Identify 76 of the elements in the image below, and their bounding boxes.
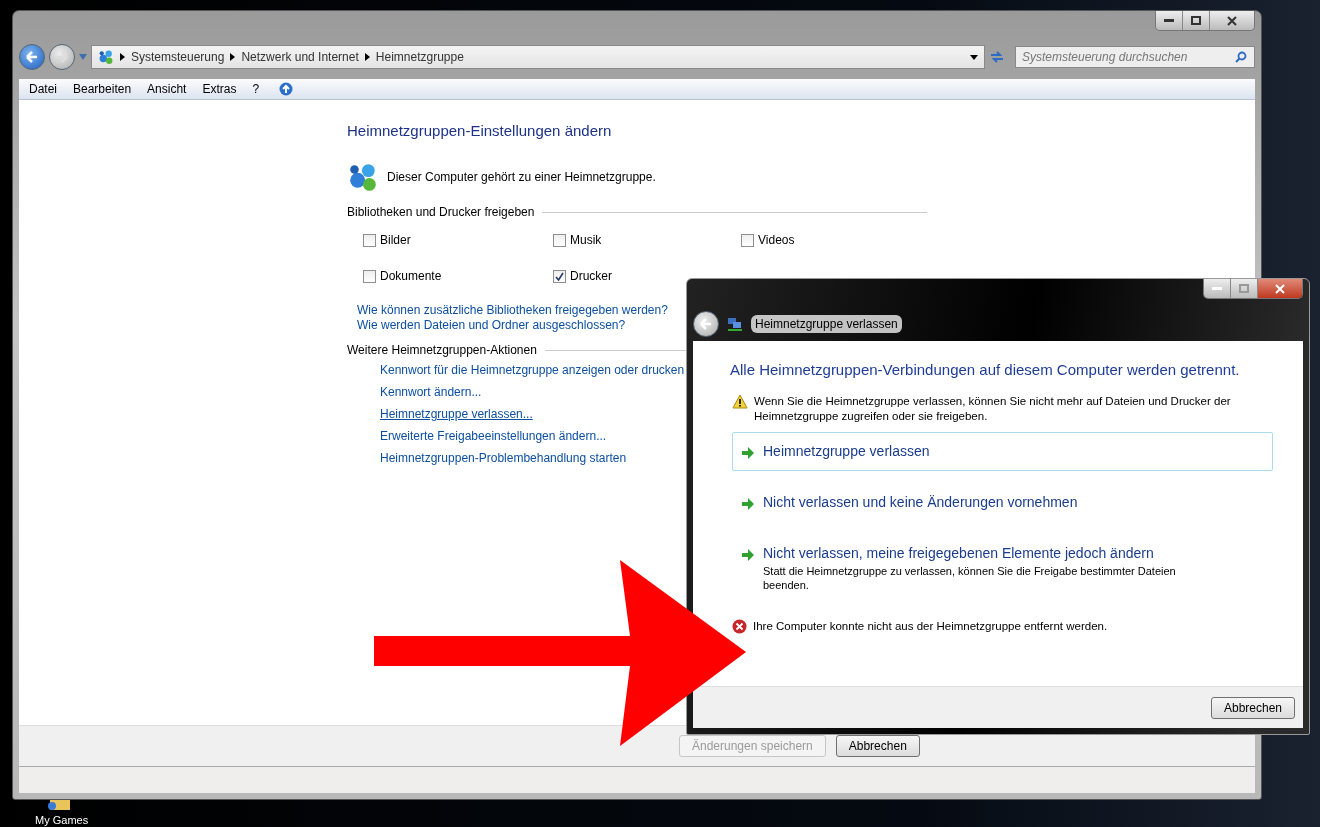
check-icon bbox=[555, 271, 564, 281]
arrow-icon bbox=[741, 548, 755, 562]
chevron-icon bbox=[230, 53, 236, 61]
address-bar[interactable]: Systemsteuerung Netzwerk und Internet Heimnetzgruppe bbox=[91, 45, 985, 69]
checkbox-label: Dokumente bbox=[380, 269, 442, 283]
checkbox[interactable] bbox=[363, 233, 376, 247]
section-heading: Bibliotheken und Drucker freigeben bbox=[347, 205, 535, 219]
arrow-icon bbox=[741, 446, 755, 460]
checkbox-label: Videos bbox=[758, 233, 795, 247]
close-button[interactable] bbox=[1209, 11, 1254, 30]
desktop-icon-label[interactable]: My Games bbox=[35, 814, 89, 826]
command-description: Statt die Heimnetzgruppe zu verlassen, können Sie die Freigabe bestimmter Dateien beenden. bbox=[763, 564, 1177, 592]
action-link[interactable]: Heimnetzgruppe verlassen... bbox=[380, 407, 533, 422]
error-icon bbox=[732, 619, 747, 634]
checkbox[interactable] bbox=[553, 269, 566, 283]
menu-item[interactable]: Ansicht bbox=[141, 82, 193, 96]
back-arrow-icon bbox=[26, 51, 38, 63]
warning-text: Wenn Sie die Heimnetzgruppe verlassen, können Sie nicht mehr auf Dateien und Drucker der Heimnetzgruppe zugreifen oder sie freigeben. bbox=[754, 394, 1232, 424]
cancel-button[interactable]: Abbrechen bbox=[1210, 696, 1295, 719]
network-computers-icon bbox=[727, 316, 743, 332]
breadcrumb-item[interactable]: Heimnetzgruppe bbox=[375, 50, 464, 64]
command-link[interactable]: Nicht verlassen, meine freigegebenen Elemente jedoch ändern Statt die Heimnetzgruppe zu verlassen, können Sie die Freigabe bestimmter Dateien beenden. bbox=[732, 534, 1273, 603]
section-heading: Weitere Heimnetzgruppen-Aktionen bbox=[347, 343, 537, 357]
action-link[interactable]: Kennwort für die Heimnetzgruppe anzeigen oder drucken bbox=[380, 363, 685, 378]
menu-item[interactable]: Datei bbox=[23, 82, 63, 96]
menu-item[interactable]: ? bbox=[246, 82, 266, 96]
search-icon[interactable] bbox=[1235, 51, 1247, 63]
close-button[interactable] bbox=[1257, 279, 1302, 298]
action-link[interactable]: Heimnetzgruppen-Problembehandlung starten bbox=[380, 451, 627, 466]
chevron-icon bbox=[120, 53, 125, 61]
chevron-icon bbox=[364, 53, 370, 61]
help-link[interactable]: Wie können zusätzliche Bibliotheken freigegeben werden? bbox=[357, 303, 668, 318]
command-link[interactable]: Nicht verlassen und keine Änderungen vornehmen bbox=[732, 483, 1273, 522]
arrow-icon bbox=[741, 497, 755, 511]
command-link[interactable]: Heimnetzgruppe verlassen bbox=[732, 432, 1273, 471]
close-icon bbox=[1227, 15, 1237, 26]
upload-icon[interactable] bbox=[279, 82, 294, 96]
command-label: Nicht verlassen und keine Änderungen vornehmen bbox=[763, 494, 1078, 510]
search-field[interactable]: Systemsteuerung durchsuchen bbox=[1015, 46, 1255, 68]
minimize-icon bbox=[1164, 18, 1174, 23]
minimize-icon bbox=[1212, 286, 1222, 291]
error-text: Ihre Computer konnte nicht aus der Heimnetzgruppe entfernt werden. bbox=[753, 619, 1108, 634]
status-text: Dieser Computer gehört zu einer Heimnetzgruppe. bbox=[387, 170, 656, 184]
dialog-title: Heimnetzgruppe verlassen bbox=[751, 315, 902, 333]
forward-arrow-icon bbox=[56, 51, 68, 63]
maximize-button[interactable] bbox=[1182, 11, 1209, 30]
help-link[interactable]: Wie werden Dateien und Ordner ausgeschlossen? bbox=[357, 318, 626, 333]
checkbox[interactable] bbox=[363, 269, 376, 283]
network-icon bbox=[98, 49, 114, 65]
checkbox[interactable] bbox=[553, 233, 566, 247]
maximize-icon bbox=[1239, 284, 1249, 293]
action-link[interactable]: Erweiterte Freigabeeinstellungen ändern... bbox=[380, 429, 607, 444]
breadcrumb-item[interactable]: Systemsteuerung bbox=[131, 50, 225, 64]
folder-icon[interactable] bbox=[46, 800, 72, 812]
caret-icon[interactable] bbox=[970, 54, 978, 60]
back-arrow-icon bbox=[700, 318, 712, 330]
command-label: Heimnetzgruppe verlassen bbox=[763, 443, 930, 459]
back-button[interactable] bbox=[693, 311, 719, 337]
checkbox-label: Bilder bbox=[380, 233, 411, 247]
action-link[interactable]: Kennwort ändern... bbox=[380, 385, 482, 400]
cancel-button[interactable]: Abbrechen bbox=[835, 735, 920, 757]
command-label: Nicht verlassen, meine freigegebenen Elemente jedoch ändern bbox=[763, 545, 1155, 561]
menu-item[interactable]: Bearbeiten bbox=[67, 82, 138, 96]
forward-button[interactable] bbox=[49, 44, 75, 70]
minimize-button[interactable] bbox=[1156, 11, 1182, 30]
checkbox-label: Drucker bbox=[570, 269, 612, 283]
warning-icon bbox=[732, 394, 748, 409]
menu-item[interactable]: Extras bbox=[196, 82, 243, 96]
page-title: Heimnetzgruppen-Einstellungen ändern bbox=[347, 122, 613, 139]
checkbox[interactable] bbox=[741, 233, 754, 247]
close-icon bbox=[1275, 283, 1285, 294]
checkbox-label: Musik bbox=[570, 233, 602, 247]
maximize-icon bbox=[1191, 16, 1201, 25]
network-icon bbox=[347, 161, 379, 193]
breadcrumb-item[interactable]: Netzwerk und Internet bbox=[241, 50, 359, 64]
dialog-heading: Alle Heimnetzgruppen-Verbindungen auf diesem Computer werden getrennt. bbox=[730, 361, 1241, 378]
